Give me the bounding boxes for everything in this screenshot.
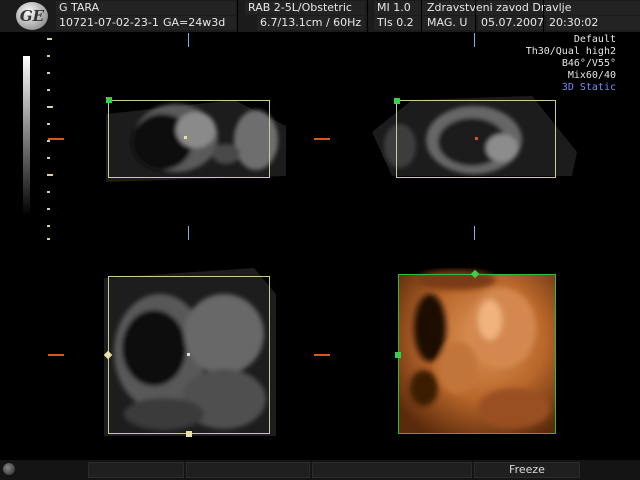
grayscale-bar [23, 56, 30, 216]
roi-handle-d-left[interactable] [395, 352, 401, 358]
down-arrow-icon [188, 226, 189, 240]
depth-label: 6.7/13.1cm / 60Hz [257, 16, 365, 30]
down-arrow-icon [474, 226, 475, 240]
mix-label: Mix60/40 [567, 70, 616, 81]
down-arrow-icon [474, 33, 475, 47]
mag-label: MAG. U [424, 16, 476, 30]
freeze-label: Freeze [509, 463, 545, 476]
ge-logo-icon: GE [16, 2, 48, 30]
softkey-3[interactable] [312, 462, 472, 478]
softkey-1[interactable] [88, 462, 184, 478]
time-label: 20:30:02 [546, 16, 640, 30]
left-marker-bottom [48, 354, 64, 356]
institution-label: Zdravstveni zavod Dravlje [424, 1, 640, 15]
left-marker-top [48, 138, 64, 140]
center-dot-b [475, 137, 478, 140]
date-label: 05.07.2007 [478, 16, 544, 30]
angles-label: B46°/V55° [561, 58, 616, 69]
softkey-2[interactable] [186, 462, 310, 478]
panel-d-3d-render[interactable] [394, 268, 560, 438]
center-dot-c [187, 353, 190, 356]
mi-label: MI 1.0 [374, 1, 424, 15]
trackball-knob-icon[interactable] [3, 463, 15, 475]
roi-handle-b[interactable] [394, 98, 400, 104]
patient-name: G TARA [56, 1, 236, 15]
panel-b-transverse[interactable] [372, 92, 582, 188]
probe-label: RAB 2-5L/Obstetric [245, 1, 365, 15]
tis-label: TIs 0.2 [374, 16, 424, 30]
roi-box-d[interactable] [398, 274, 556, 434]
roi-handle-a[interactable] [106, 97, 112, 103]
panel-c-coronal[interactable] [104, 264, 276, 440]
preset-label: Default [573, 34, 616, 45]
roi-handle-c-bottom[interactable] [186, 431, 192, 437]
quality-label: Th30/Qual high2 [525, 46, 616, 57]
gestational-age: GA=24w3d [160, 16, 236, 30]
center-dot-a [184, 136, 187, 139]
header-bar: GE G TARA 10721-07-02-23-11 GA=24w3d RAB… [0, 0, 640, 32]
patient-id: 10721-07-02-23-11 [56, 16, 176, 30]
right-arrow-icon [314, 354, 330, 356]
panel-a-sagittal[interactable] [106, 96, 286, 186]
acquisition-params: Default Th30/Qual high2 B46°/V55° Mix60/… [526, 34, 616, 94]
down-arrow-icon [188, 33, 189, 47]
right-arrow-icon [314, 138, 330, 140]
roi-box-a[interactable] [108, 100, 270, 178]
